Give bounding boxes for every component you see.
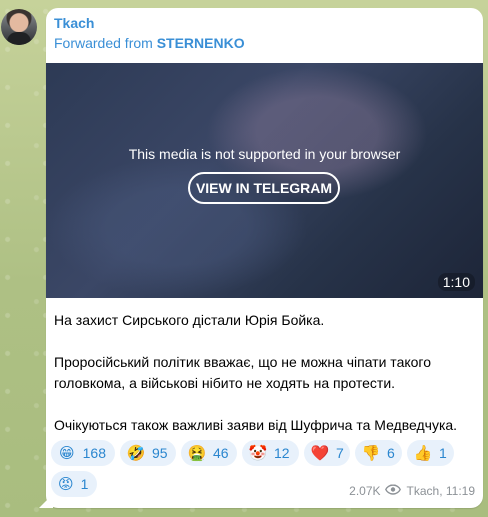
reaction-count: 1 bbox=[80, 476, 89, 492]
media-unsupported-text: This media is not supported in your brow… bbox=[128, 146, 401, 162]
reaction-heart[interactable]: ❤️ 7 bbox=[304, 440, 350, 466]
reaction-angry[interactable]: 😡 1 bbox=[51, 471, 97, 497]
message-text: На захист Сирського дістали Юрія Бойка. … bbox=[54, 310, 474, 436]
thumbs-down-emoji-icon: 👎 bbox=[361, 443, 381, 462]
video-duration: 1:10 bbox=[437, 273, 475, 291]
reaction-thumbs-up[interactable]: 👍 1 bbox=[407, 440, 454, 466]
reaction-count: 95 bbox=[152, 445, 168, 461]
reaction-vomit[interactable]: 🤮 46 bbox=[181, 440, 237, 466]
eye-icon bbox=[384, 484, 401, 498]
view-in-telegram-button[interactable]: VIEW IN TELEGRAM bbox=[188, 172, 340, 204]
reaction-grin[interactable]: 😁 168 bbox=[51, 440, 115, 466]
message-meta: 2.07K Tkach, 11:19 bbox=[349, 484, 475, 498]
forwarded-from: Forwarded from STERNENKO bbox=[54, 35, 245, 51]
vomiting-emoji-icon: 🤮 bbox=[187, 443, 207, 462]
sender-avatar[interactable] bbox=[1, 9, 37, 45]
reaction-count: 168 bbox=[82, 445, 106, 461]
reaction-thumbs-down[interactable]: 👎 6 bbox=[355, 440, 402, 466]
reaction-count: 46 bbox=[213, 445, 229, 461]
reaction-count: 6 bbox=[387, 445, 395, 461]
message-bubble: Tkach Forwarded from STERNENKO This medi… bbox=[46, 8, 483, 508]
rofl-emoji-icon: 🤣 bbox=[126, 443, 146, 462]
forwarded-prefix: Forwarded from bbox=[54, 35, 157, 51]
message-paragraph: Очікуються також важливі заяви від Шуфри… bbox=[54, 417, 458, 433]
forwarded-source-link[interactable]: STERNENKO bbox=[157, 35, 245, 51]
thumbs-up-emoji-icon: 👍 bbox=[413, 443, 433, 462]
clown-emoji-icon: 🤡 bbox=[248, 443, 268, 462]
reaction-count: 1 bbox=[439, 445, 447, 461]
reaction-count: 12 bbox=[274, 445, 290, 461]
reaction-clown[interactable]: 🤡 12 bbox=[242, 440, 299, 466]
message-paragraph: На захист Сирського дістали Юрія Бойка. bbox=[54, 312, 325, 328]
sender-name[interactable]: Tkach bbox=[54, 15, 94, 31]
angry-emoji-icon: 😡 bbox=[58, 474, 74, 493]
message-paragraph: Проросійський політик вважає, що не можн… bbox=[54, 354, 432, 391]
reaction-count: 7 bbox=[336, 445, 344, 461]
signature-time: Tkach, 11:19 bbox=[406, 484, 475, 498]
view-count: 2.07K bbox=[349, 484, 381, 498]
grinning-emoji-icon: 😁 bbox=[59, 443, 75, 462]
heart-emoji-icon: ❤️ bbox=[310, 443, 330, 462]
video-media[interactable]: This media is not supported in your brow… bbox=[46, 63, 483, 298]
reaction-rofl[interactable]: 🤣 95 bbox=[120, 440, 176, 466]
